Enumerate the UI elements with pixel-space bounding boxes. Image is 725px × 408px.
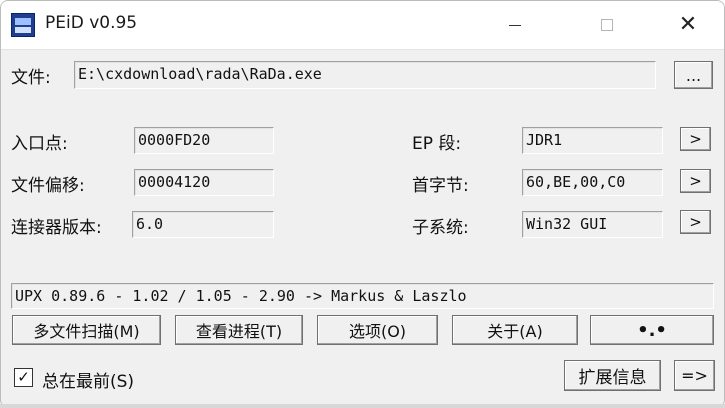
first-bytes-label: 首字节: [412, 176, 469, 196]
peid-window: PEiD v0.95 ✕ 文件: E:\cxdownload\rada\RaDa… [0, 0, 725, 408]
file-offset-field[interactable]: 00004120 [134, 169, 274, 196]
about-button[interactable]: 关于(A) [452, 315, 578, 345]
peid-app-icon [11, 13, 35, 37]
close-button[interactable]: ✕ [665, 1, 711, 49]
browse-button[interactable]: ... [674, 61, 713, 89]
multi-scan-button[interactable]: 多文件扫描(M) [12, 315, 161, 345]
minimize-button[interactable] [492, 1, 538, 49]
title-separator [1, 49, 724, 50]
ep-section-field[interactable]: JDR1 [522, 127, 663, 154]
minimize-icon [509, 24, 521, 26]
window-title: PEiD v0.95 [45, 13, 138, 33]
next-button[interactable]: => [674, 360, 715, 391]
entry-point-label: 入口点: [11, 134, 68, 154]
stay-on-top-checkbox[interactable]: ✓ [14, 368, 33, 387]
detection-result-field[interactable]: UPX 0.89.6 - 1.02 / 1.05 - 2.90 -> Marku… [11, 283, 714, 309]
close-icon: ✕ [678, 12, 698, 37]
first-bytes-details-button[interactable]: > [680, 169, 711, 193]
subsystem-details-button[interactable]: > [680, 210, 711, 234]
maximize-button[interactable] [584, 1, 630, 49]
subsystem-field[interactable]: Win32 GUI [522, 211, 663, 238]
linker-version-label: 连接器版本: [11, 218, 102, 238]
linker-version-field[interactable]: 6.0 [132, 211, 274, 238]
exit-button[interactable]: •.• [590, 315, 714, 345]
maximize-icon [601, 19, 613, 31]
title-bar: PEiD v0.95 ✕ [1, 1, 724, 49]
plugins-button[interactable]: 扩展信息 [564, 360, 661, 391]
subsystem-label: 子系统: [412, 218, 469, 238]
stay-on-top-label: 总在最前(S) [42, 372, 135, 392]
check-mark-icon: ✓ [17, 368, 30, 386]
first-bytes-field[interactable]: 60,BE,00,C0 [522, 169, 663, 196]
background-strip [0, 404, 725, 408]
ep-section-details-button[interactable]: > [680, 127, 711, 151]
file-label: 文件: [11, 68, 51, 88]
task-viewer-button[interactable]: 查看进程(T) [175, 315, 303, 345]
file-offset-label: 文件偏移: [11, 176, 85, 196]
entry-point-field[interactable]: 0000FD20 [134, 127, 274, 154]
file-path-field[interactable]: E:\cxdownload\rada\RaDa.exe [74, 61, 656, 89]
ep-section-label: EP 段: [412, 134, 462, 154]
options-button[interactable]: 选项(O) [317, 315, 438, 345]
